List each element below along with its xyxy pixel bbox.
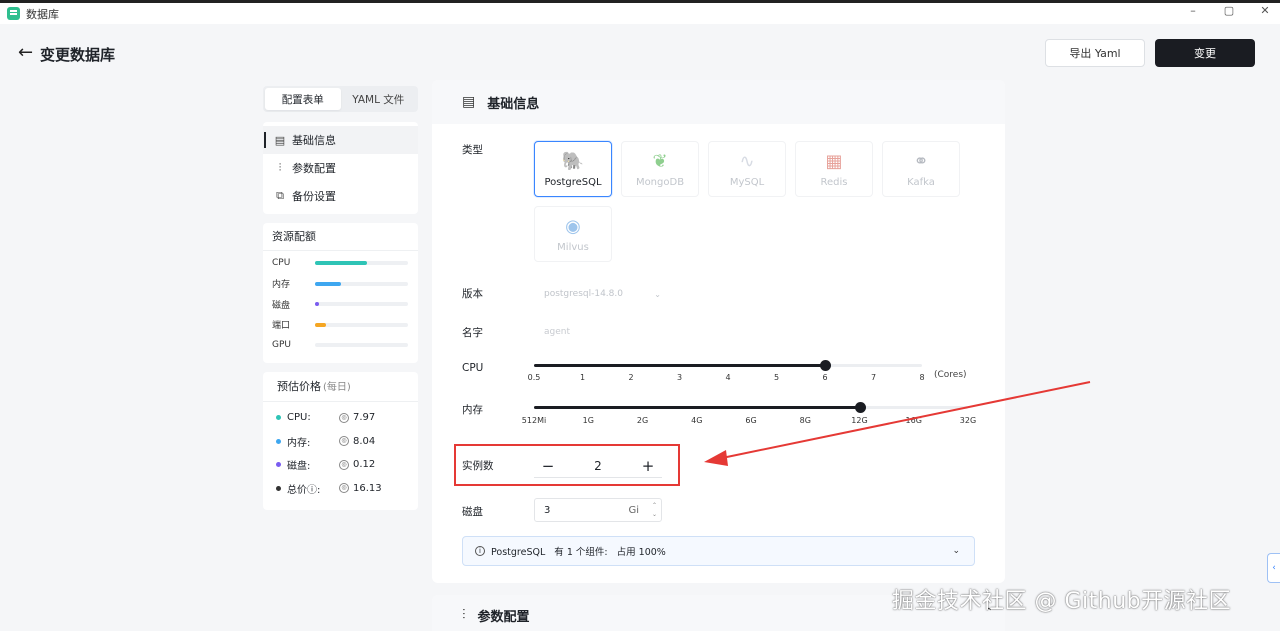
arrow-line bbox=[721, 381, 1091, 459]
watermark: 掘金技术社区 @ Github开源社区 bbox=[892, 589, 1232, 614]
annotation-arrow bbox=[704, 381, 1091, 466]
arrow-head bbox=[704, 450, 728, 466]
